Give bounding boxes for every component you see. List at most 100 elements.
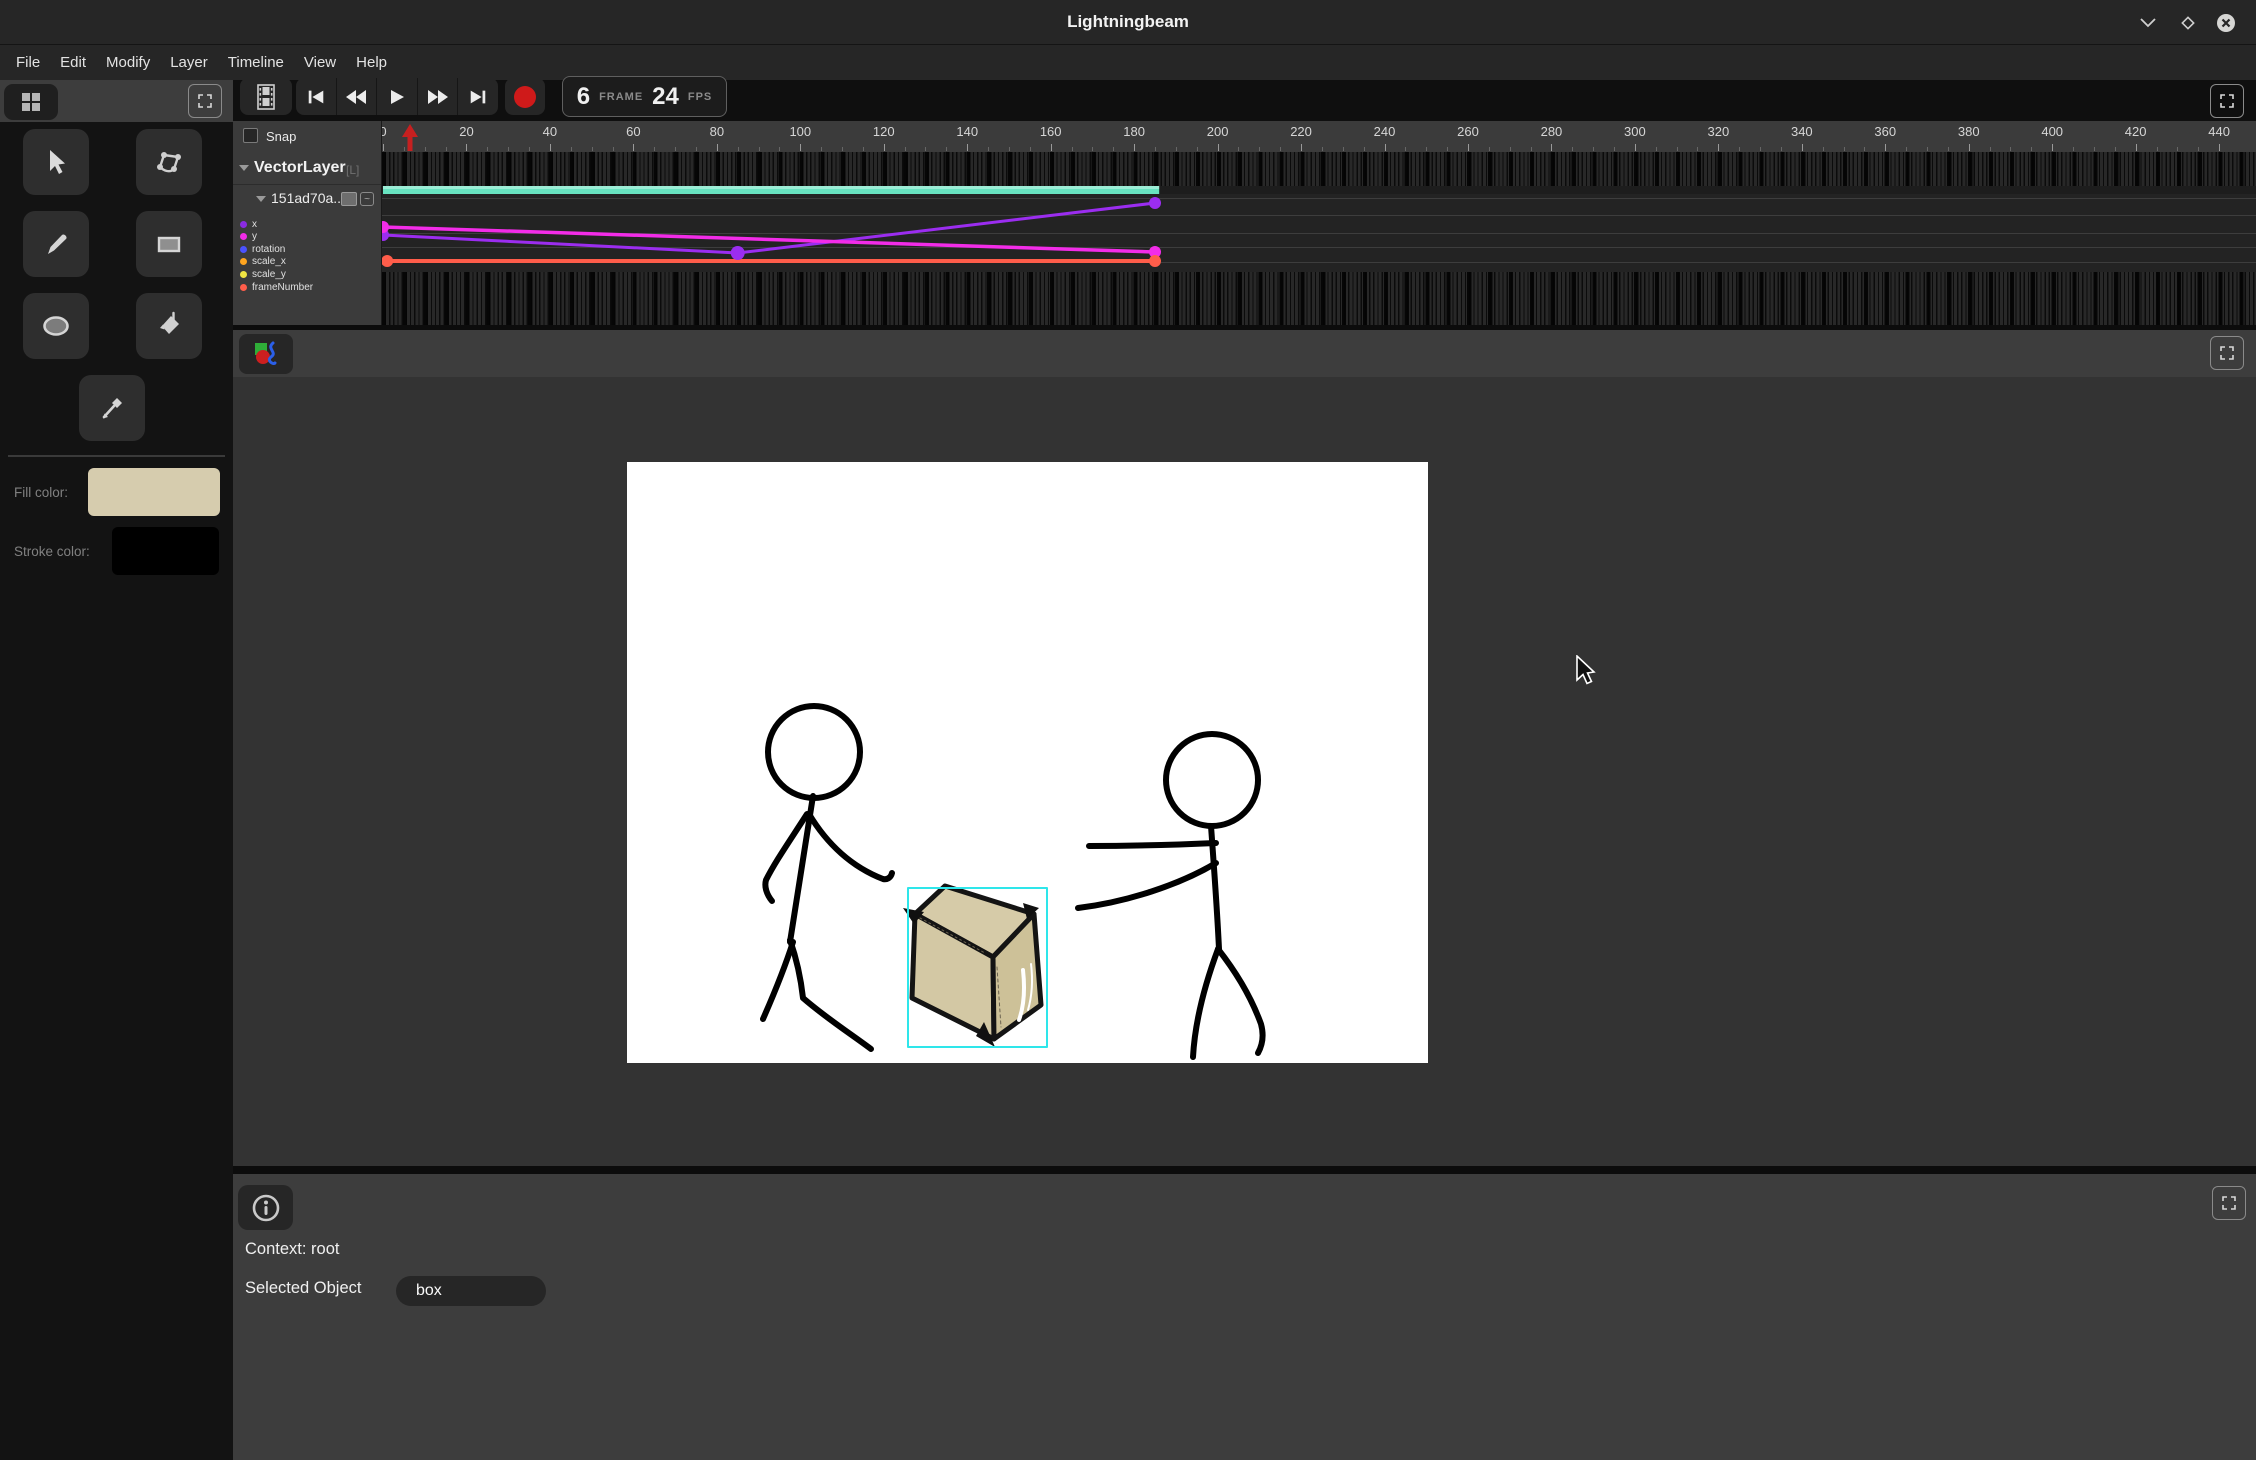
ruler-tick [1927, 147, 1928, 151]
context-text: Context: root [245, 1240, 339, 1259]
frame-label: FRAME [599, 91, 643, 103]
ruler-label: 440 [2208, 124, 2230, 139]
menu-file[interactable]: File [6, 45, 50, 80]
rectangle-tool-button[interactable] [136, 211, 202, 277]
property-label: frameNumber [252, 282, 313, 293]
stroke-color-swatch[interactable] [112, 527, 219, 575]
ruler-tick [571, 147, 572, 151]
maximize-button[interactable] [2176, 11, 2200, 35]
skip-to-end-button[interactable] [458, 78, 498, 115]
left-figure-head[interactable] [768, 706, 860, 798]
property-color-dot [240, 246, 247, 253]
timeline-ruler[interactable]: 0204060801001201401601802002202402602803… [382, 121, 2256, 152]
frame-columns-bottom[interactable] [382, 272, 2256, 325]
playhead[interactable] [401, 122, 419, 152]
left-figure-leg-back[interactable] [763, 942, 793, 1019]
left-figure-arm-front[interactable] [809, 814, 892, 879]
eyedropper-tool-button[interactable] [79, 375, 145, 441]
object-curve-toggle-button[interactable]: ~ [360, 192, 374, 206]
object-name[interactable]: 151ad70a... [271, 190, 345, 206]
canvas-expand-button[interactable] [2210, 336, 2244, 370]
property-color-dot [240, 258, 247, 265]
right-figure-leg-left[interactable] [1193, 949, 1218, 1057]
artboard[interactable] [627, 462, 1428, 1063]
property-row-scale_x[interactable]: scale_x [240, 256, 286, 268]
layer-collapse-triangle-icon[interactable] [239, 165, 249, 171]
eyedropper-icon [95, 391, 129, 425]
menu-bar: File Edit Modify Layer Timeline View Hel… [0, 45, 2256, 80]
object-visibility-button[interactable] [341, 192, 357, 206]
property-row-y[interactable]: y [240, 231, 257, 243]
ellipse-tool-button[interactable] [23, 293, 89, 359]
status-panel-expand-button[interactable] [2212, 1186, 2246, 1220]
ruler-tick [1385, 144, 1386, 151]
menu-modify[interactable]: Modify [96, 45, 160, 80]
ruler-label: 360 [1874, 124, 1896, 139]
property-row-scale_y[interactable]: scale_y [240, 268, 286, 280]
expand-icon [2222, 1196, 2236, 1210]
menu-help[interactable]: Help [346, 45, 397, 80]
ruler-tick [863, 147, 864, 151]
frame-columns-top[interactable] [382, 152, 2256, 186]
layer-name[interactable]: VectorLayer [254, 159, 346, 177]
property-color-dot [240, 284, 247, 291]
status-panel [233, 1174, 2256, 1460]
ruler-tick [425, 147, 426, 151]
selected-object-field[interactable]: box [396, 1276, 546, 1306]
menu-view[interactable]: View [294, 45, 346, 80]
ruler-tick [1864, 147, 1865, 151]
close-button[interactable] [2214, 11, 2238, 35]
left-figure-leg-front[interactable] [790, 940, 871, 1049]
object-collapse-triangle-icon[interactable] [256, 196, 266, 202]
menu-layer[interactable]: Layer [160, 45, 218, 80]
paint-bucket-tool-button[interactable] [136, 293, 202, 359]
curve-editor-area[interactable] [382, 194, 2256, 272]
ruler-tick [1426, 147, 1427, 151]
pencil-tool-button[interactable] [23, 211, 89, 277]
record-button[interactable] [505, 78, 545, 115]
timeline-expand-button[interactable] [2210, 84, 2244, 118]
fps-value[interactable]: 24 [652, 83, 679, 111]
ellipse-icon [39, 309, 73, 343]
ruler-tick [946, 147, 947, 151]
panel-grid-button[interactable] [4, 84, 58, 120]
minimize-button[interactable] [2136, 11, 2160, 35]
ruler-label: 20 [459, 124, 473, 139]
fast-forward-button[interactable] [418, 78, 459, 115]
property-row-x[interactable]: x [240, 218, 257, 230]
ruler-tick [1990, 147, 1991, 151]
ruler-label: 200 [1207, 124, 1229, 139]
fps-label: FPS [688, 91, 712, 103]
play-button[interactable] [377, 78, 418, 115]
snap-checkbox[interactable] [243, 128, 258, 143]
ruler-label: 60 [626, 124, 640, 139]
right-figure-leg-right[interactable] [1218, 949, 1263, 1053]
ruler-tick [2052, 144, 2053, 151]
vector-art-button[interactable] [239, 334, 293, 374]
tool-panel-expand-button[interactable] [188, 84, 222, 118]
menu-timeline[interactable]: Timeline [218, 45, 294, 80]
film-strip-button[interactable] [240, 78, 292, 115]
ruler-tick [550, 144, 551, 151]
selected-object-label: Selected Object [245, 1279, 361, 1298]
rewind-button[interactable] [337, 78, 378, 115]
info-button[interactable] [238, 1185, 293, 1230]
property-row-frameNumber[interactable]: frameNumber [240, 281, 313, 293]
menu-edit[interactable]: Edit [50, 45, 96, 80]
ruler-tick [1176, 147, 1177, 151]
property-row-rotation[interactable]: rotation [240, 243, 285, 255]
skip-to-start-button[interactable] [296, 78, 337, 115]
ruler-label: 120 [873, 124, 895, 139]
select-tool-button[interactable] [23, 129, 89, 195]
right-figure-head[interactable] [1166, 734, 1258, 826]
right-figure-arm-lower[interactable] [1078, 863, 1216, 908]
ruler-label: 40 [543, 124, 557, 139]
ruler-tick [1238, 147, 1239, 151]
property-label: x [252, 219, 257, 230]
right-figure-arm-upper[interactable] [1089, 843, 1216, 846]
node-tool-button[interactable] [136, 129, 202, 195]
fill-color-swatch[interactable] [88, 468, 220, 516]
ruler-tick [2177, 147, 2178, 151]
ruler-tick [1468, 144, 1469, 151]
ruler-tick [1697, 147, 1698, 151]
